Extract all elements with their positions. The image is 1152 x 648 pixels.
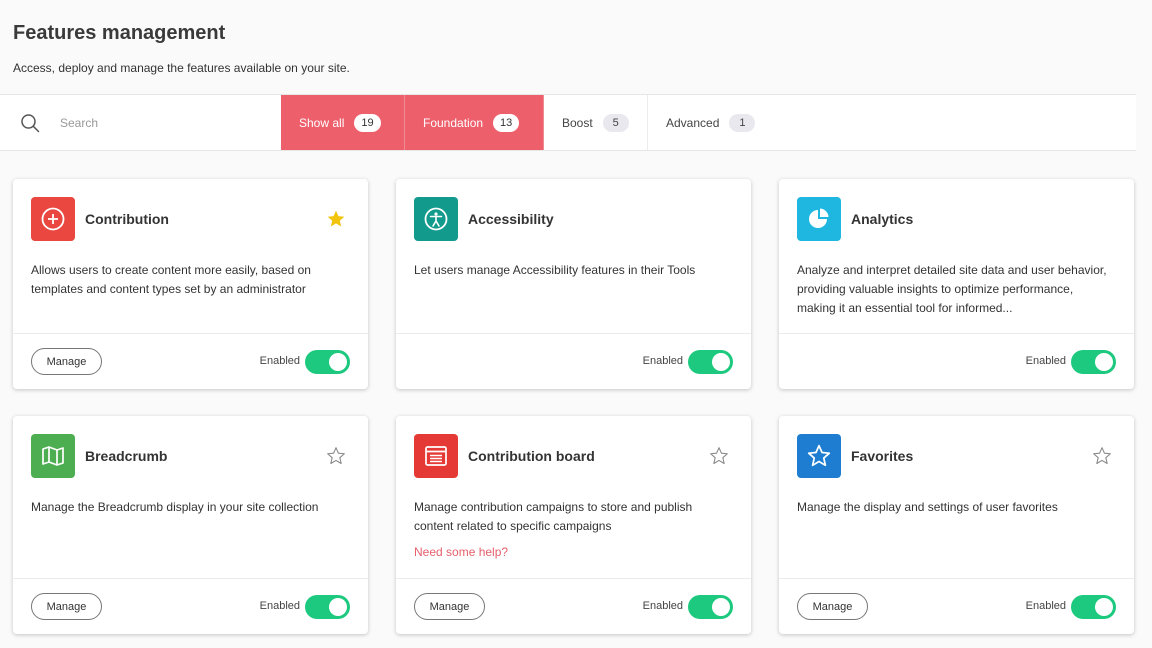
search-box (0, 95, 281, 150)
favorite-star-outline-icon[interactable] (326, 446, 346, 466)
card-title: Contribution board (468, 448, 595, 464)
card-header: Favorites (797, 434, 913, 478)
accessibility-icon (414, 197, 458, 241)
card-footer: Manage Enabled (779, 578, 1134, 634)
card-description: Analyze and interpret detailed site data… (797, 263, 1107, 315)
card-footer: Manage Enabled (13, 333, 368, 389)
enable-toggle[interactable] (1071, 350, 1116, 374)
card-description: Manage the display and settings of user … (797, 500, 1058, 514)
favorite-star-outline-icon[interactable] (709, 446, 729, 466)
card-footer: Manage Enabled (396, 578, 751, 634)
enable-toggle[interactable] (688, 595, 733, 619)
card-footer: Manage Enabled (13, 578, 368, 634)
feature-card-favorites: Favorites Manage the display and setting… (779, 416, 1134, 634)
tab-count-badge: 13 (493, 113, 520, 132)
card-footer: Enabled (779, 333, 1134, 389)
card-header: Contribution (31, 197, 169, 241)
tab-label: Foundation (423, 115, 484, 130)
page-subtitle: Access, deploy and manage the features a… (13, 61, 350, 75)
tab-count-badge: 1 (729, 113, 756, 132)
card-title: Breadcrumb (85, 448, 168, 464)
enable-toggle[interactable] (305, 595, 350, 619)
tab-foundation[interactable]: Foundation 13 (405, 95, 544, 150)
card-header: Contribution board (414, 434, 595, 478)
card-description: Manage contribution campaigns to store a… (414, 500, 693, 533)
tab-count-badge: 19 (354, 113, 381, 132)
pie-chart-icon (797, 197, 841, 241)
board-icon (414, 434, 458, 478)
status-label: Enabled (642, 600, 683, 612)
feature-card-analytics: Analytics Analyze and interpret detailed… (779, 179, 1134, 389)
card-title: Accessibility (468, 211, 554, 227)
card-title: Favorites (851, 448, 914, 464)
card-header: Accessibility (414, 197, 554, 241)
card-description: Manage the Breadcrumb display in your si… (31, 500, 319, 514)
enable-toggle[interactable] (1071, 595, 1116, 619)
help-link[interactable]: Need some help? (414, 545, 508, 559)
toggle-knob (329, 353, 347, 371)
plus-circle-icon (31, 197, 75, 241)
manage-button[interactable]: Manage (31, 348, 102, 375)
status-label: Enabled (259, 600, 300, 612)
card-header: Analytics (797, 197, 913, 241)
search-input[interactable] (60, 115, 240, 130)
card-title: Analytics (851, 211, 914, 227)
manage-button[interactable]: Manage (414, 593, 485, 620)
tab-label: Boost (562, 115, 593, 130)
favorite-star-filled-icon[interactable] (326, 209, 346, 229)
toggle-knob (712, 598, 730, 616)
filter-toolbar: Show all 19 Foundation 13 Boost 5 Advanc… (0, 94, 1136, 151)
search-icon[interactable] (20, 113, 40, 133)
toggle-knob (329, 598, 347, 616)
feature-card-contribution: Contribution Allows users to create cont… (13, 179, 368, 389)
feature-card-breadcrumb: Breadcrumb Manage the Breadcrumb display… (13, 416, 368, 634)
manage-button[interactable]: Manage (797, 593, 868, 620)
feature-card-accessibility: Accessibility Let users manage Accessibi… (396, 179, 751, 389)
toggle-knob (1095, 353, 1113, 371)
card-title: Contribution (85, 211, 169, 227)
status-label: Enabled (259, 355, 300, 367)
card-footer: Enabled (396, 333, 751, 389)
status-label: Enabled (1025, 600, 1066, 612)
enable-toggle[interactable] (305, 350, 350, 374)
tab-show-all[interactable]: Show all 19 (281, 95, 405, 150)
feature-card-contribution-board: Contribution board Manage contribution c… (396, 416, 751, 634)
card-description: Allows users to create content more easi… (31, 263, 311, 296)
star-icon (797, 434, 841, 478)
enable-toggle[interactable] (688, 350, 733, 374)
tab-boost[interactable]: Boost 5 (544, 95, 648, 150)
toggle-knob (1095, 598, 1113, 616)
status-label: Enabled (642, 355, 683, 367)
toggle-knob (712, 353, 730, 371)
tab-advanced[interactable]: Advanced 1 (648, 95, 768, 150)
tab-count-badge: 5 (602, 113, 629, 132)
card-header: Breadcrumb (31, 434, 167, 478)
favorite-star-outline-icon[interactable] (1092, 446, 1112, 466)
manage-button[interactable]: Manage (31, 593, 102, 620)
tab-label: Show all (299, 115, 345, 130)
map-icon (31, 434, 75, 478)
tab-label: Advanced (666, 115, 720, 130)
card-description: Let users manage Accessibility features … (414, 263, 696, 277)
page-title: Features management (13, 22, 226, 44)
status-label: Enabled (1025, 355, 1066, 367)
